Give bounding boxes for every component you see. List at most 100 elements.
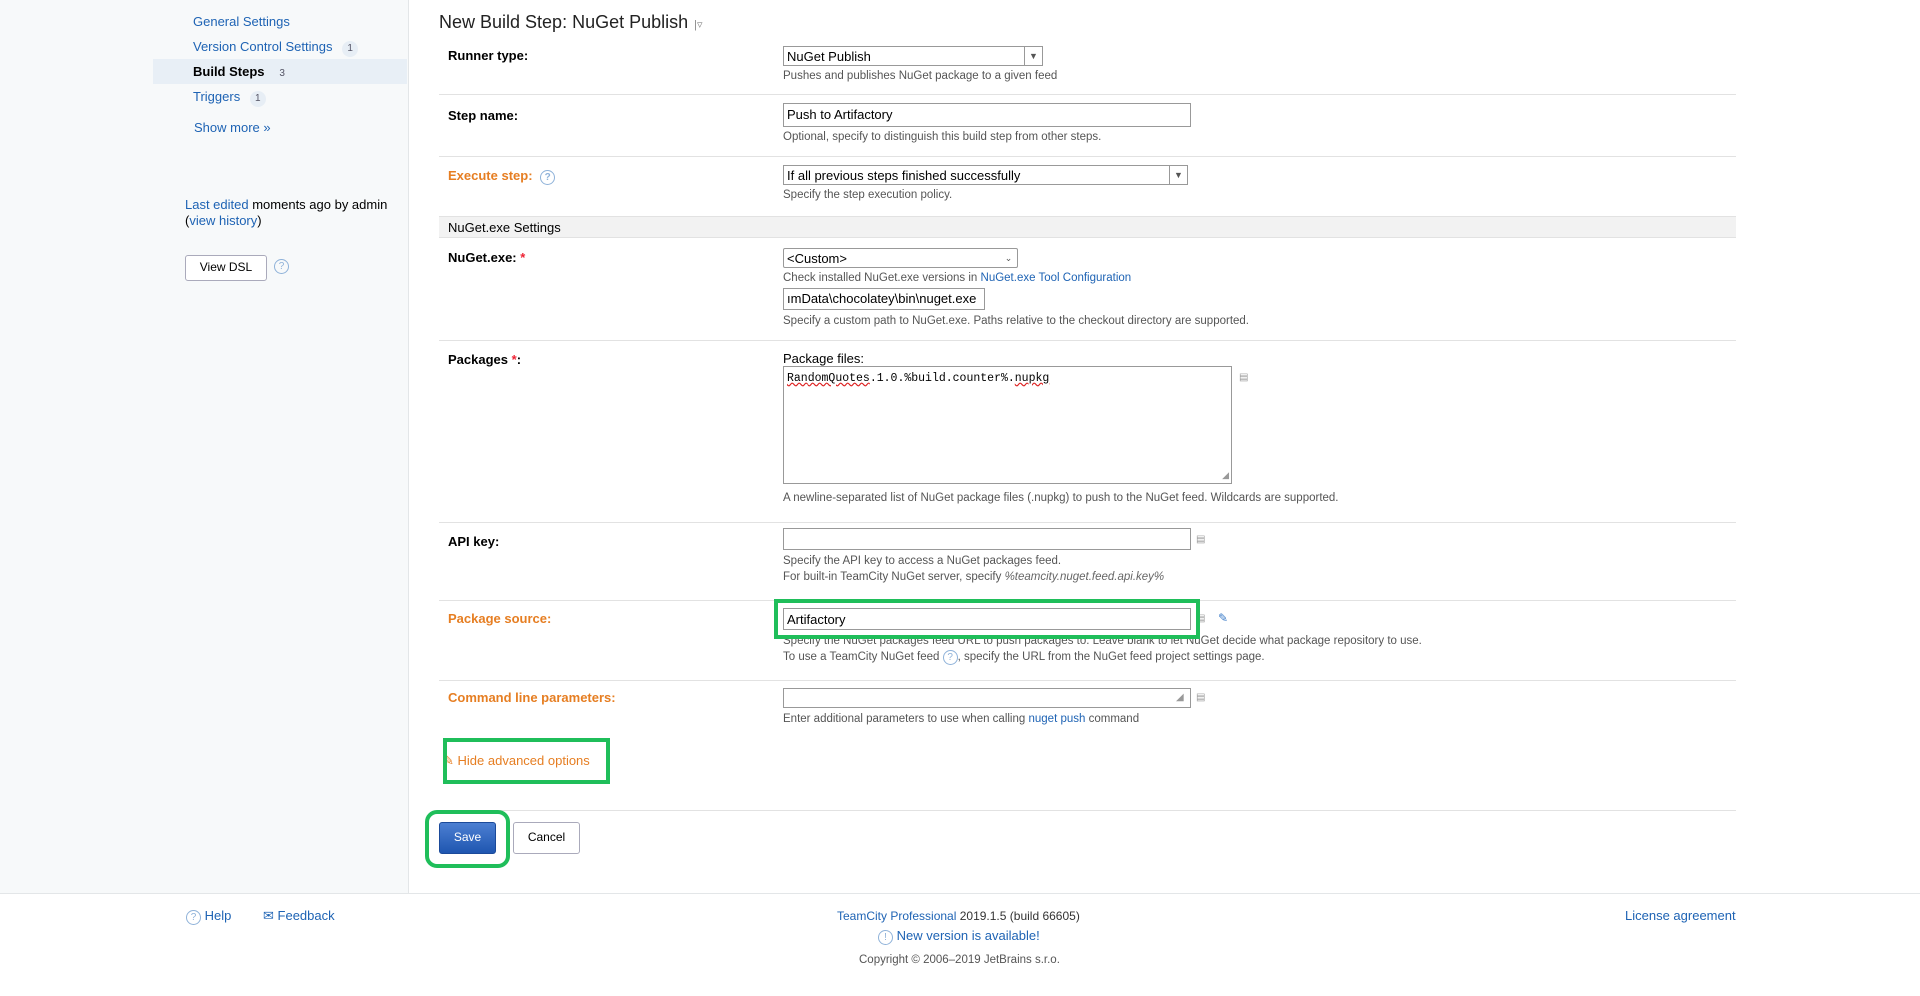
packages-note: A newline-separated list of NuGet packag… — [783, 492, 1339, 504]
hide-advanced-highlight — [443, 738, 610, 784]
show-more-link[interactable]: Show more » — [194, 120, 271, 135]
nuget-tool-config-link[interactable]: NuGet.exe Tool Configuration — [981, 272, 1132, 284]
execute-step-note: Specify the step execution policy. — [783, 189, 953, 201]
execute-step-value: If all previous steps finished successfu… — [787, 168, 1021, 183]
package-file-text-part: domQuotes — [807, 372, 870, 385]
sidebar-item-version-control-settings[interactable]: Version Control Settings 1 — [153, 34, 407, 59]
step-name-note: Optional, specify to distinguish this bu… — [783, 131, 1102, 143]
help-icon[interactable]: ? — [540, 170, 556, 185]
copyright: Copyright © 2006–2019 JetBrains s.r.o. — [859, 954, 1060, 966]
view-dsl-button[interactable]: View DSL — [185, 255, 267, 281]
footer: ? Help ✉ Feedback TeamCity Professional … — [0, 893, 1920, 996]
api-key-input[interactable] — [783, 528, 1191, 550]
view-history-link[interactable]: view history — [189, 213, 257, 228]
runner-type-note: Pushes and publishes NuGet package to a … — [783, 70, 1058, 82]
info-icon: ! — [878, 930, 893, 945]
page-title-text: New Build Step: NuGet Publish — [439, 12, 689, 32]
license-agreement-link[interactable]: License agreement — [1625, 908, 1736, 923]
sidebar-item-label: General Settings — [193, 14, 290, 29]
page-title: New Build Step: NuGet Publish |▿ — [439, 12, 703, 33]
command-line-note-text: command — [1085, 713, 1140, 725]
api-key-label: API key: — [448, 534, 500, 549]
help-icon[interactable]: ? — [942, 650, 958, 665]
api-key-note2-text: For built-in TeamCity NuGet server, spec… — [783, 571, 1005, 583]
help-link-text: Help — [204, 908, 232, 923]
command-line-note-text: Enter additional parameters to use when … — [783, 713, 1029, 725]
sidebar-nav: General Settings Version Control Setting… — [153, 0, 407, 109]
execute-step-select[interactable]: If all previous steps finished successfu… — [783, 165, 1188, 185]
api-key-row: API key: Specify the API key to access a… — [439, 522, 1736, 601]
packages-label-colon: : — [516, 352, 522, 367]
execute-step-label: Execute step: ? — [448, 168, 556, 185]
product-link[interactable]: TeamCity Professional — [837, 909, 956, 923]
version-text: 2019.1.5 (build 66605) — [956, 909, 1080, 923]
nuget-push-link[interactable]: nuget push — [1028, 713, 1085, 725]
runner-type-label: Runner type: — [448, 48, 529, 63]
package-file-text-part: nupkg — [1014, 372, 1050, 385]
command-line-note: Enter additional parameters to use when … — [783, 711, 1191, 727]
feedback-link[interactable]: ✉ Feedback — [263, 908, 335, 924]
resize-handle-icon[interactable]: ◢ — [1176, 692, 1184, 703]
last-edited-info: Last edited moments ago by admin (view h… — [185, 197, 405, 229]
step-name-row: Step name: Push to Artifactory Optional,… — [439, 94, 1736, 157]
package-files-textarea[interactable]: RandomQuotes.1.0.%build.counter%.nupkg ◢ — [783, 366, 1232, 484]
command-line-input[interactable] — [783, 688, 1191, 708]
sidebar-item-general-settings[interactable]: General Settings — [153, 9, 407, 34]
runner-type-row: Runner type: NuGet Publish ▼ Pushes and … — [439, 38, 1736, 95]
parameter-picker-icon[interactable]: ▤ — [1196, 692, 1205, 703]
step-name-label: Step name: — [448, 108, 519, 123]
nuget-exe-label: NuGet.exe: * — [448, 250, 525, 265]
nuget-exe-row: NuGet.exe: * <Custom> ⌄ Check installed … — [439, 239, 1736, 341]
chevron-down-icon[interactable]: |▿ — [694, 19, 702, 31]
section-header: NuGet.exe Settings — [439, 216, 1736, 238]
nuget-exe-path-note: Specify a custom path to NuGet.exe. Path… — [783, 315, 1249, 327]
nuget-exe-path-input[interactable]: ımData\chocolatey\bin\nuget.exe — [783, 288, 985, 310]
api-key-note2: For built-in TeamCity NuGet server, spec… — [783, 569, 1191, 585]
step-name-input[interactable]: Push to Artifactory — [783, 103, 1191, 127]
new-version-link[interactable]: ! New version is available! — [878, 928, 1040, 945]
count-badge: 1 — [249, 91, 266, 107]
sidebar-item-triggers[interactable]: Triggers 1 — [153, 84, 407, 109]
nuget-exe-label-text: NuGet.exe: — [448, 250, 517, 265]
chevron-down-icon: ▼ — [1024, 47, 1042, 65]
command-line-label: Command line parameters: — [448, 690, 616, 705]
packages-row: Packages *: Package files: RandomQuotes.… — [439, 340, 1736, 523]
runner-type-value: NuGet Publish — [787, 49, 871, 64]
package-source-note2-text: , specify the URL from the NuGet feed pr… — [957, 651, 1265, 663]
package-source-label: Package source: — [448, 611, 552, 626]
api-key-note1: Specify the API key to access a NuGet pa… — [783, 555, 1062, 567]
last-edited-link[interactable]: Last edited — [185, 197, 249, 212]
command-line-row: Command line parameters: Enter additiona… — [439, 680, 1736, 811]
package-files-label: Package files: — [783, 351, 864, 366]
cancel-button[interactable]: Cancel — [513, 822, 580, 854]
packages-label: Packages *: — [448, 352, 521, 367]
view-history-close-paren: ) — [257, 213, 262, 228]
api-key-param: %teamcity.nuget.feed.api.key% — [1004, 571, 1165, 583]
save-button-highlight — [425, 810, 510, 868]
nuget-exe-select[interactable]: <Custom> ⌄ — [783, 248, 1018, 268]
parameter-picker-icon[interactable]: ▤ — [1196, 534, 1205, 545]
mail-icon: ✉ — [263, 908, 274, 923]
pencil-icon[interactable]: ✎ — [1218, 611, 1228, 625]
runner-type-select[interactable]: NuGet Publish ▼ — [783, 46, 1043, 66]
resize-handle-icon[interactable]: ◢ — [1222, 471, 1229, 481]
help-icon[interactable]: ? — [274, 259, 289, 274]
help-link[interactable]: ? Help — [186, 908, 231, 925]
package-source-note2: To use a TeamCity NuGet feed ?, specify … — [783, 649, 1422, 665]
execute-step-label-text: Execute step: — [448, 168, 533, 183]
nuget-exe-value: <Custom> — [787, 251, 847, 266]
new-version-text: New version is available! — [896, 928, 1040, 943]
chevron-down-icon: ⌄ — [1004, 253, 1013, 263]
product-version: TeamCity Professional 2019.1.5 (build 66… — [837, 909, 1080, 923]
expand-editor-icon[interactable]: ▤ — [1239, 372, 1248, 383]
sidebar-item-build-steps[interactable]: Build Steps 3 — [153, 59, 407, 84]
sidebar-item-label: Triggers — [193, 89, 241, 104]
nuget-exe-note: Check installed NuGet.exe versions in Nu… — [783, 270, 1249, 286]
package-source-highlight — [774, 599, 1200, 639]
sidebar-item-label: Build Steps — [193, 64, 265, 79]
chevron-down-icon: ▼ — [1169, 166, 1187, 184]
package-source-note2-text: To use a TeamCity NuGet feed — [783, 651, 943, 663]
nuget-exe-note-text: Check installed NuGet.exe versions in — [783, 272, 981, 284]
packages-label-text: Packages — [448, 352, 508, 367]
required-marker: * — [520, 250, 526, 265]
